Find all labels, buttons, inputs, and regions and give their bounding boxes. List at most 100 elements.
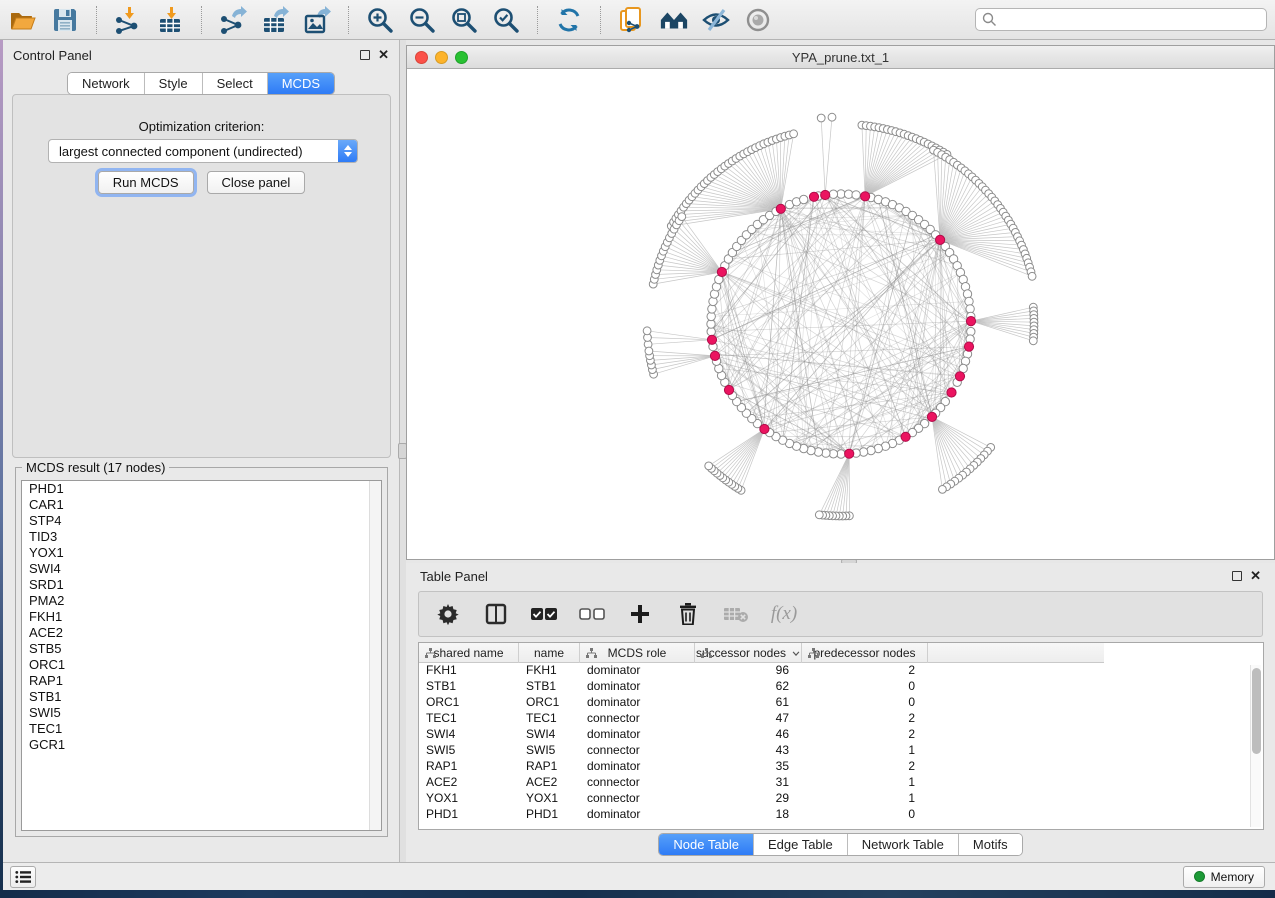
tab-select[interactable]: Select <box>202 73 267 94</box>
cell-successor-nodes[interactable]: 35 <box>695 759 802 775</box>
mcds-result-node[interactable]: STB1 <box>22 689 381 705</box>
cell-shared-name[interactable]: YOX1 <box>419 791 519 807</box>
mcds-result-node[interactable]: FKH1 <box>22 609 381 625</box>
mcds-result-node[interactable]: TID3 <box>22 529 381 545</box>
memory-button[interactable]: Memory <box>1183 866 1265 888</box>
cell-name[interactable]: RAP1 <box>519 759 580 775</box>
export-table-icon[interactable] <box>260 5 290 35</box>
zoom-in-icon[interactable] <box>365 5 395 35</box>
new-network-from-selection-icon[interactable] <box>617 5 647 35</box>
column-header-successor-nodes[interactable]: successor nodes <box>695 643 802 663</box>
cell-shared-name[interactable]: TEC1 <box>419 711 519 727</box>
deselect-all-checkboxes-icon[interactable] <box>579 601 605 627</box>
tab-node-table[interactable]: Node Table <box>659 834 753 855</box>
tab-motifs[interactable]: Motifs <box>958 834 1022 855</box>
mcds-result-node[interactable]: YOX1 <box>22 545 381 561</box>
select-all-checkboxes-icon[interactable] <box>531 601 557 627</box>
cell-successor-nodes[interactable]: 46 <box>695 727 802 743</box>
cell-name[interactable]: STB1 <box>519 679 580 695</box>
add-column-icon[interactable] <box>627 601 653 627</box>
table-scrollbar-thumb[interactable] <box>1252 668 1261 754</box>
cell-name[interactable]: ORC1 <box>519 695 580 711</box>
cell-successor-nodes[interactable]: 62 <box>695 679 802 695</box>
save-session-icon[interactable] <box>50 5 80 35</box>
cell-successor-nodes[interactable]: 31 <box>695 775 802 791</box>
column-header-shared-name[interactable]: shared name <box>419 643 519 663</box>
cell-shared-name[interactable]: FKH1 <box>419 663 519 679</box>
float-panel-icon[interactable] <box>360 50 370 60</box>
table-row[interactable]: FKH1FKH1dominator962 <box>419 663 1263 679</box>
network-graph[interactable] <box>407 69 1274 559</box>
cell-shared-name[interactable]: ORC1 <box>419 695 519 711</box>
first-neighbors-icon[interactable] <box>659 5 689 35</box>
cell-shared-name[interactable]: ACE2 <box>419 775 519 791</box>
cell-MCDS-role[interactable]: connector <box>580 775 695 791</box>
column-layout-icon[interactable] <box>483 601 509 627</box>
mcds-result-node[interactable]: ACE2 <box>22 625 381 641</box>
mcds-result-list[interactable]: PHD1CAR1STP4TID3YOX1SWI4SRD1PMA2FKH1ACE2… <box>21 480 382 831</box>
hide-selected-icon[interactable] <box>701 5 731 35</box>
search-field[interactable] <box>975 8 1267 31</box>
run-mcds-button[interactable]: Run MCDS <box>98 171 194 194</box>
zoom-out-icon[interactable] <box>407 5 437 35</box>
mcds-result-node[interactable]: SRD1 <box>22 577 381 593</box>
optimization-criterion-select[interactable]: largest connected component (undirected) <box>48 139 358 163</box>
table-row[interactable]: SWI5SWI5connector431 <box>419 743 1263 759</box>
mcds-result-node[interactable]: ORC1 <box>22 657 381 673</box>
table-row[interactable]: ORC1ORC1dominator610 <box>419 695 1263 711</box>
cell-successor-nodes[interactable]: 18 <box>695 807 802 823</box>
function-builder-icon[interactable]: f(x) <box>771 601 797 627</box>
cell-name[interactable]: PHD1 <box>519 807 580 823</box>
cell-shared-name[interactable]: RAP1 <box>419 759 519 775</box>
close-panel-icon[interactable]: ✕ <box>378 50 389 60</box>
cell-MCDS-role[interactable]: connector <box>580 711 695 727</box>
close-panel-button[interactable]: Close panel <box>207 171 306 194</box>
cell-predecessor-nodes[interactable]: 1 <box>802 743 928 759</box>
open-file-icon[interactable] <box>8 5 38 35</box>
mcds-result-node[interactable]: CAR1 <box>22 497 381 513</box>
cell-MCDS-role[interactable]: dominator <box>580 807 695 823</box>
table-scrollbar[interactable] <box>1250 665 1261 827</box>
cell-MCDS-role[interactable]: dominator <box>580 679 695 695</box>
cell-shared-name[interactable]: SWI4 <box>419 727 519 743</box>
table-row[interactable]: RAP1RAP1dominator352 <box>419 759 1263 775</box>
mcds-result-node[interactable]: SWI4 <box>22 561 381 577</box>
mcds-result-node[interactable]: PMA2 <box>22 593 381 609</box>
cell-successor-nodes[interactable]: 96 <box>695 663 802 679</box>
table-settings-icon[interactable] <box>435 601 461 627</box>
cell-predecessor-nodes[interactable]: 2 <box>802 663 928 679</box>
cell-successor-nodes[interactable]: 43 <box>695 743 802 759</box>
cell-predecessor-nodes[interactable]: 0 <box>802 695 928 711</box>
show-all-icon[interactable] <box>743 5 773 35</box>
cell-shared-name[interactable]: PHD1 <box>419 807 519 823</box>
import-table-icon[interactable] <box>155 5 185 35</box>
cell-predecessor-nodes[interactable]: 2 <box>802 727 928 743</box>
mcds-result-node[interactable]: STB5 <box>22 641 381 657</box>
delete-column-icon[interactable] <box>675 601 701 627</box>
column-header-name[interactable]: name <box>519 643 580 663</box>
zoom-fit-icon[interactable] <box>449 5 479 35</box>
table-row[interactable]: ACE2ACE2connector311 <box>419 775 1263 791</box>
mcds-result-node[interactable]: PHD1 <box>22 481 381 497</box>
mcds-result-node[interactable]: STP4 <box>22 513 381 529</box>
close-table-panel-icon[interactable]: ✕ <box>1250 571 1261 581</box>
cell-predecessor-nodes[interactable]: 0 <box>802 807 928 823</box>
table-row[interactable]: STB1STB1dominator620 <box>419 679 1263 695</box>
mcds-result-node[interactable]: RAP1 <box>22 673 381 689</box>
tab-style[interactable]: Style <box>144 73 202 94</box>
cell-MCDS-role[interactable]: connector <box>580 791 695 807</box>
float-table-panel-icon[interactable] <box>1232 571 1242 581</box>
cell-name[interactable]: SWI5 <box>519 743 580 759</box>
cell-successor-nodes[interactable]: 47 <box>695 711 802 727</box>
cell-name[interactable]: TEC1 <box>519 711 580 727</box>
cell-MCDS-role[interactable]: dominator <box>580 727 695 743</box>
table-row[interactable]: PHD1PHD1dominator180 <box>419 807 1263 823</box>
tab-network[interactable]: Network <box>68 73 144 94</box>
export-network-icon[interactable] <box>218 5 248 35</box>
tab-edge-table[interactable]: Edge Table <box>753 834 847 855</box>
cell-MCDS-role[interactable]: dominator <box>580 663 695 679</box>
zoom-selected-icon[interactable] <box>491 5 521 35</box>
mcds-result-node[interactable]: SWI5 <box>22 705 381 721</box>
cell-predecessor-nodes[interactable]: 1 <box>802 791 928 807</box>
cell-successor-nodes[interactable]: 29 <box>695 791 802 807</box>
